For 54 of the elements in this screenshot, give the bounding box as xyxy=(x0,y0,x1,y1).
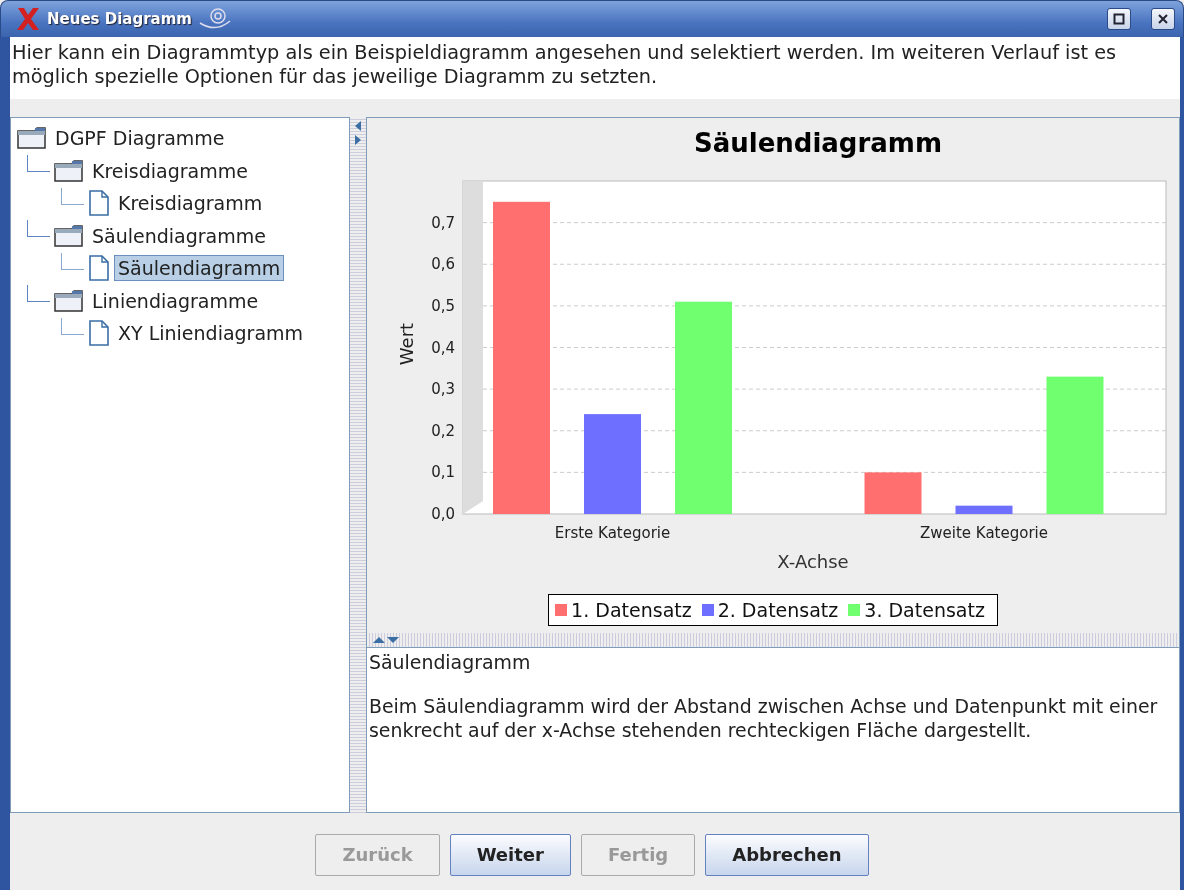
legend-label: 3. Datensatz xyxy=(864,599,985,621)
tree-item[interactable]: Kreisdiagramm xyxy=(114,190,267,217)
category-label: Erste Kategorie xyxy=(554,524,671,542)
folder-icon xyxy=(17,127,47,150)
expand-right-icon[interactable] xyxy=(354,135,362,145)
window-title: Neues Diagramm xyxy=(47,10,192,28)
dialog-button[interactable]: Abbrechen xyxy=(705,833,869,876)
info-text: Beim Säulendiagramm wird der Abstand zwischen Achse und Datenpunkt mit einer senkrecht auf der x-Achse stehenden rechteckigen Fläche dargestellt. xyxy=(369,694,1159,742)
tree-item[interactable]: XY Liniendiagramm xyxy=(114,320,308,347)
expand-down-icon[interactable] xyxy=(387,636,399,644)
x-logo-icon xyxy=(15,6,41,32)
expand-up-icon[interactable] xyxy=(373,636,385,644)
maximize-button[interactable] xyxy=(1107,8,1131,30)
folder-icon xyxy=(54,159,84,182)
tree-line xyxy=(61,187,84,205)
bar xyxy=(864,472,922,514)
document-icon xyxy=(88,255,110,282)
folder-icon xyxy=(54,224,84,247)
info-title: Säulendiagramm xyxy=(369,650,532,674)
y-tick-label: 0,7 xyxy=(431,213,455,232)
tree-line xyxy=(61,317,84,335)
tree-line xyxy=(27,220,50,238)
y-tick-label: 0,3 xyxy=(431,380,455,399)
y-tick-label: 0,1 xyxy=(431,463,455,482)
legend-label: 1. Datensatz xyxy=(571,599,692,621)
chart-title: Säulendiagramm xyxy=(693,128,943,158)
document-icon xyxy=(88,190,110,217)
close-icon xyxy=(1157,13,1169,25)
y-tick-label: 0,4 xyxy=(431,338,455,357)
tree-item[interactable]: DGPF Diagramme xyxy=(51,125,229,152)
y-tick-label: 0,0 xyxy=(431,505,455,523)
tree-item[interactable]: Säulendiagramm xyxy=(114,255,285,282)
close-button[interactable] xyxy=(1151,8,1175,30)
swirl-icon xyxy=(197,7,232,31)
dialog-button[interactable]: Weiter xyxy=(449,833,571,876)
category-label: Zweite Kategorie xyxy=(920,524,1048,542)
tree-line xyxy=(27,155,50,173)
y-tick-label: 0,6 xyxy=(431,255,455,274)
tree-line xyxy=(61,252,84,270)
tree-item[interactable]: Liniendiagramme xyxy=(88,287,263,314)
tree-item[interactable]: Kreisdiagramme xyxy=(88,157,252,184)
y-axis-label: Wert xyxy=(396,322,417,366)
tree-line xyxy=(27,285,50,303)
x-axis-label: X-Achse xyxy=(777,551,849,572)
y-tick-label: 0,5 xyxy=(431,296,455,315)
collapse-left-icon[interactable] xyxy=(354,121,362,131)
document-icon xyxy=(88,320,110,347)
bar xyxy=(955,505,1013,514)
folder-icon xyxy=(54,289,84,312)
legend-label: 2. Datensatz xyxy=(717,599,839,621)
y-tick-label: 0,2 xyxy=(431,421,455,440)
tree-item[interactable]: Säulendiagramme xyxy=(88,222,270,249)
description-text: Hier kann ein Diagrammtyp als ein Beispieldiagramm angesehen und selektiert werden. Im weiteren Verlauf ist es möglich spezielle Optionen für das jeweilige Diagramm zu setzten. xyxy=(10,37,1180,99)
maximize-icon xyxy=(1113,13,1125,25)
